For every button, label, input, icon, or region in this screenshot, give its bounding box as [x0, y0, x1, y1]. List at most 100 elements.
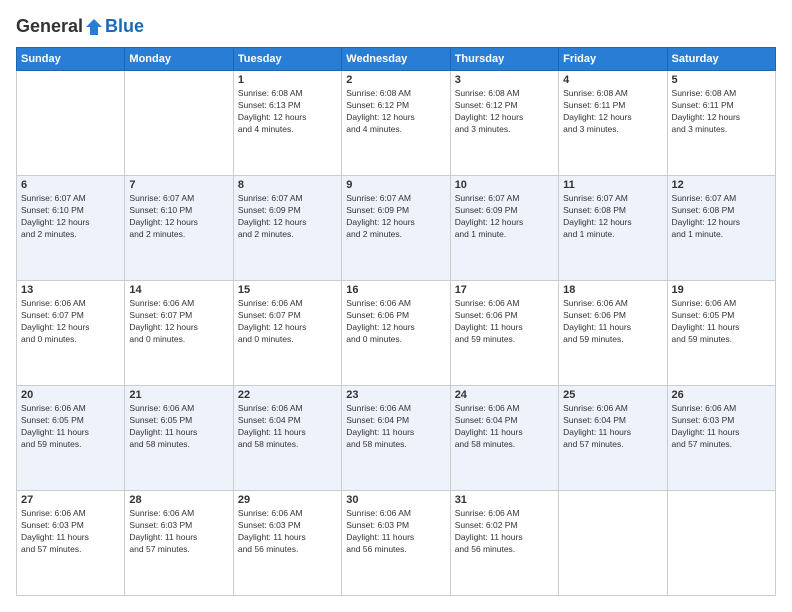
day-cell-17: 17 Sunrise: 6:06 AM Sunset: 6:06 PM Dayli… — [450, 281, 558, 386]
day-info: Sunrise: 6:06 AM Sunset: 6:03 PM Dayligh… — [672, 403, 771, 451]
day-info: Sunrise: 6:06 AM Sunset: 6:02 PM Dayligh… — [455, 508, 554, 556]
day-cell-30: 30 Sunrise: 6:06 AM Sunset: 6:03 PM Dayli… — [342, 491, 450, 596]
header: General Blue — [16, 16, 776, 37]
day-info: Sunrise: 6:08 AM Sunset: 6:13 PM Dayligh… — [238, 88, 337, 136]
week-row-4: 20 Sunrise: 6:06 AM Sunset: 6:05 PM Dayli… — [17, 386, 776, 491]
day-number: 26 — [672, 389, 771, 401]
day-cell-16: 16 Sunrise: 6:06 AM Sunset: 6:06 PM Dayli… — [342, 281, 450, 386]
day-cell-1: 1 Sunrise: 6:08 AM Sunset: 6:13 PM Daylig… — [233, 71, 341, 176]
day-number: 3 — [455, 74, 554, 86]
empty-cell — [559, 491, 667, 596]
logo-general-text: General — [16, 16, 83, 37]
day-info: Sunrise: 6:06 AM Sunset: 6:07 PM Dayligh… — [129, 298, 228, 346]
day-cell-13: 13 Sunrise: 6:06 AM Sunset: 6:07 PM Dayli… — [17, 281, 125, 386]
day-cell-29: 29Sunrise: 6:06 AM Sunset: 6:03 PM Dayli… — [233, 491, 341, 596]
day-cell-9: 9 Sunrise: 6:07 AM Sunset: 6:09 PM Daylig… — [342, 176, 450, 281]
day-info: Sunrise: 6:07 AM Sunset: 6:09 PM Dayligh… — [238, 193, 337, 241]
day-cell-10: 10 Sunrise: 6:07 AM Sunset: 6:09 PM Dayli… — [450, 176, 558, 281]
day-number: 4 — [563, 74, 662, 86]
week-row-3: 13 Sunrise: 6:06 AM Sunset: 6:07 PM Dayli… — [17, 281, 776, 386]
day-info: Sunrise: 6:06 AM Sunset: 6:04 PM Dayligh… — [346, 403, 445, 451]
day-number: 11 — [563, 179, 662, 191]
day-number: 1 — [238, 74, 337, 86]
day-cell-23: 23 Sunrise: 6:06 AM Sunset: 6:04 PM Dayli… — [342, 386, 450, 491]
day-cell-12: 12 Sunrise: 6:07 AM Sunset: 6:08 PM Dayli… — [667, 176, 775, 281]
day-number: 16 — [346, 284, 445, 296]
day-info: Sunrise: 6:07 AM Sunset: 6:08 PM Dayligh… — [563, 193, 662, 241]
day-info: Sunrise: 6:08 AM Sunset: 6:12 PM Dayligh… — [455, 88, 554, 136]
logo-icon — [84, 17, 104, 37]
day-number: 18 — [563, 284, 662, 296]
day-cell-18: 18 Sunrise: 6:06 AM Sunset: 6:06 PM Dayli… — [559, 281, 667, 386]
day-cell-28: 28Sunrise: 6:06 AM Sunset: 6:03 PM Dayli… — [125, 491, 233, 596]
day-info: Sunrise: 6:07 AM Sunset: 6:09 PM Dayligh… — [346, 193, 445, 241]
day-info: Sunrise: 6:06 AM Sunset: 6:06 PM Dayligh… — [346, 298, 445, 346]
day-info: Sunrise: 6:06 AM Sunset: 6:07 PM Dayligh… — [238, 298, 337, 346]
day-info: Sunrise: 6:08 AM Sunset: 6:11 PM Dayligh… — [672, 88, 771, 136]
day-info: Sunrise: 6:06 AM Sunset: 6:04 PM Dayligh… — [455, 403, 554, 451]
day-info: Sunrise: 6:06 AM Sunset: 6:03 PM Dayligh… — [346, 508, 445, 556]
day-header-tuesday: Tuesday — [233, 48, 341, 71]
day-number: 6 — [21, 179, 120, 191]
day-number: 17 — [455, 284, 554, 296]
day-number: 30 — [346, 494, 445, 506]
day-cell-4: 4Sunrise: 6:08 AM Sunset: 6:11 PM Daylig… — [559, 71, 667, 176]
week-row-5: 27 Sunrise: 6:06 AM Sunset: 6:03 PM Dayli… — [17, 491, 776, 596]
day-info: Sunrise: 6:08 AM Sunset: 6:12 PM Dayligh… — [346, 88, 445, 136]
day-number: 13 — [21, 284, 120, 296]
day-number: 24 — [455, 389, 554, 401]
day-header-wednesday: Wednesday — [342, 48, 450, 71]
day-number: 28 — [129, 494, 228, 506]
day-cell-3: 3 Sunrise: 6:08 AM Sunset: 6:12 PM Daylig… — [450, 71, 558, 176]
day-cell-26: 26 Sunrise: 6:06 AM Sunset: 6:03 PM Dayli… — [667, 386, 775, 491]
day-info: Sunrise: 6:06 AM Sunset: 6:04 PM Dayligh… — [563, 403, 662, 451]
days-header-row: SundayMondayTuesdayWednesdayThursdayFrid… — [17, 48, 776, 71]
day-number: 8 — [238, 179, 337, 191]
week-row-2: 6 Sunrise: 6:07 AM Sunset: 6:10 PM Daylig… — [17, 176, 776, 281]
empty-cell — [667, 491, 775, 596]
day-number: 27 — [21, 494, 120, 506]
day-cell-22: 22Sunrise: 6:06 AM Sunset: 6:04 PM Dayli… — [233, 386, 341, 491]
day-header-monday: Monday — [125, 48, 233, 71]
day-number: 31 — [455, 494, 554, 506]
day-number: 9 — [346, 179, 445, 191]
week-row-1: 1 Sunrise: 6:08 AM Sunset: 6:13 PM Daylig… — [17, 71, 776, 176]
day-number: 5 — [672, 74, 771, 86]
day-number: 21 — [129, 389, 228, 401]
day-number: 14 — [129, 284, 228, 296]
day-cell-25: 25 Sunrise: 6:06 AM Sunset: 6:04 PM Dayli… — [559, 386, 667, 491]
day-cell-6: 6 Sunrise: 6:07 AM Sunset: 6:10 PM Daylig… — [17, 176, 125, 281]
day-info: Sunrise: 6:07 AM Sunset: 6:08 PM Dayligh… — [672, 193, 771, 241]
day-number: 23 — [346, 389, 445, 401]
day-cell-19: 19 Sunrise: 6:06 AM Sunset: 6:05 PM Dayli… — [667, 281, 775, 386]
day-header-friday: Friday — [559, 48, 667, 71]
day-number: 25 — [563, 389, 662, 401]
logo: General Blue — [16, 16, 144, 37]
day-info: Sunrise: 6:06 AM Sunset: 6:05 PM Dayligh… — [672, 298, 771, 346]
day-header-thursday: Thursday — [450, 48, 558, 71]
day-info: Sunrise: 6:06 AM Sunset: 6:06 PM Dayligh… — [455, 298, 554, 346]
day-info: Sunrise: 6:07 AM Sunset: 6:10 PM Dayligh… — [21, 193, 120, 241]
day-number: 20 — [21, 389, 120, 401]
empty-cell — [17, 71, 125, 176]
day-cell-5: 5 Sunrise: 6:08 AM Sunset: 6:11 PM Daylig… — [667, 71, 775, 176]
day-cell-2: 2 Sunrise: 6:08 AM Sunset: 6:12 PM Daylig… — [342, 71, 450, 176]
logo-blue-text: Blue — [105, 16, 144, 37]
day-cell-31: 31 Sunrise: 6:06 AM Sunset: 6:02 PM Dayli… — [450, 491, 558, 596]
day-info: Sunrise: 6:06 AM Sunset: 6:07 PM Dayligh… — [21, 298, 120, 346]
day-cell-15: 15 Sunrise: 6:06 AM Sunset: 6:07 PM Dayli… — [233, 281, 341, 386]
day-number: 29 — [238, 494, 337, 506]
day-number: 10 — [455, 179, 554, 191]
day-number: 2 — [346, 74, 445, 86]
day-header-saturday: Saturday — [667, 48, 775, 71]
day-info: Sunrise: 6:06 AM Sunset: 6:05 PM Dayligh… — [21, 403, 120, 451]
day-number: 19 — [672, 284, 771, 296]
day-number: 15 — [238, 284, 337, 296]
day-cell-24: 24 Sunrise: 6:06 AM Sunset: 6:04 PM Dayli… — [450, 386, 558, 491]
day-header-sunday: Sunday — [17, 48, 125, 71]
day-info: Sunrise: 6:06 AM Sunset: 6:06 PM Dayligh… — [563, 298, 662, 346]
day-info: Sunrise: 6:06 AM Sunset: 6:05 PM Dayligh… — [129, 403, 228, 451]
day-cell-14: 14 Sunrise: 6:06 AM Sunset: 6:07 PM Dayli… — [125, 281, 233, 386]
day-number: 12 — [672, 179, 771, 191]
day-info: Sunrise: 6:07 AM Sunset: 6:09 PM Dayligh… — [455, 193, 554, 241]
